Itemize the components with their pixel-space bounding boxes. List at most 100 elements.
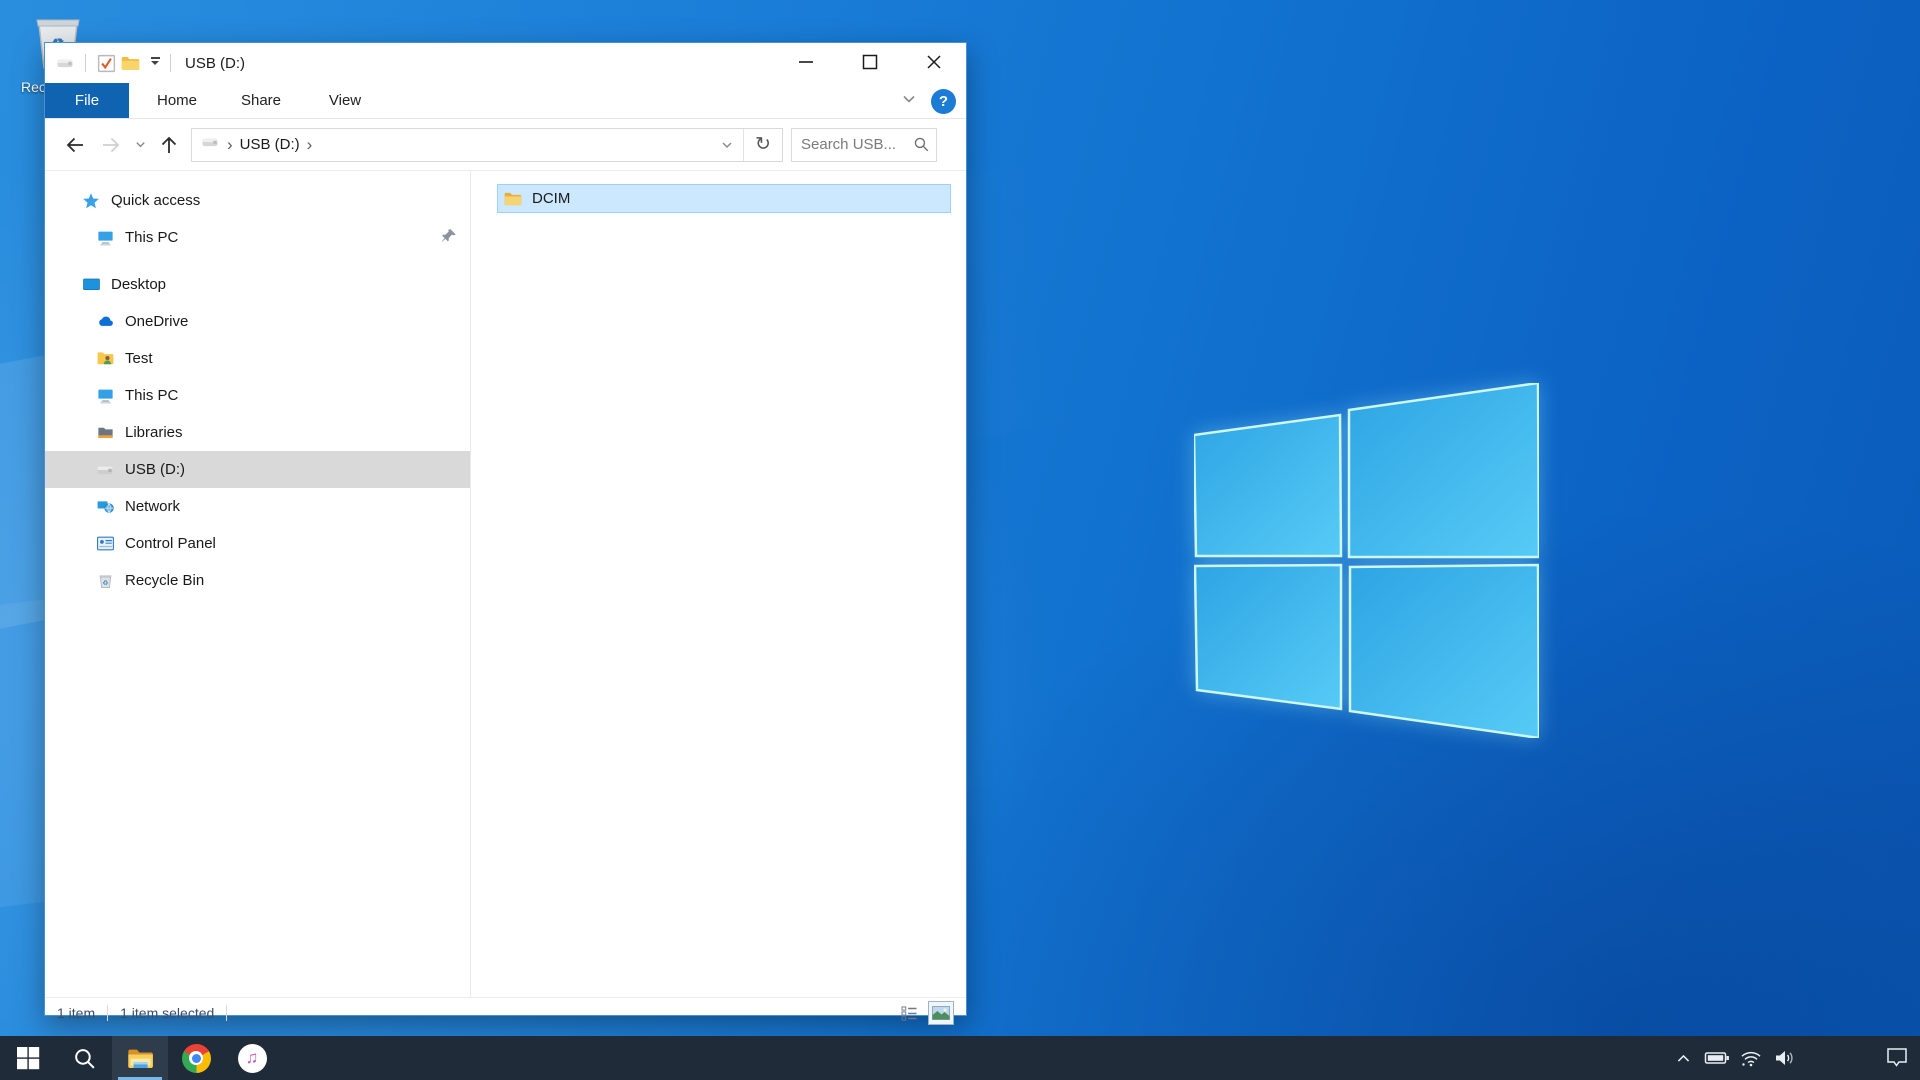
tab-share[interactable]: Share: [225, 83, 297, 118]
sidebar-item-label: Desktop: [111, 276, 166, 293]
sidebar-item-network[interactable]: Network: [45, 488, 470, 525]
libraries-folder-icon: [95, 423, 115, 443]
navigation-bar: › USB (D:) › ↻: [45, 119, 966, 171]
quick-access-star-icon: [81, 191, 101, 211]
expand-ribbon-chevron-icon[interactable]: [901, 91, 917, 112]
wifi-icon[interactable]: [1734, 1036, 1768, 1080]
breadcrumb-chevron-icon[interactable]: ›: [300, 135, 320, 155]
network-icon: [95, 497, 115, 517]
chrome-icon: [182, 1044, 211, 1073]
itunes-icon: ♫: [238, 1044, 267, 1073]
file-explorer-icon: [126, 1044, 154, 1072]
battery-icon[interactable]: [1700, 1036, 1734, 1080]
sidebar-item-onedrive[interactable]: OneDrive: [45, 303, 470, 340]
pane-divider: [470, 171, 471, 997]
toolbar-separator: [85, 54, 86, 72]
tab-home[interactable]: Home: [141, 83, 213, 118]
control-panel-icon: [95, 534, 115, 554]
title-bar[interactable]: USB (D:): [45, 43, 966, 83]
sidebar-item-desktop[interactable]: Desktop: [45, 266, 470, 303]
sidebar-item-libraries[interactable]: Libraries: [45, 414, 470, 451]
drive-icon: [200, 132, 220, 157]
onedrive-cloud-icon: [95, 312, 115, 332]
search-box[interactable]: [791, 128, 937, 162]
file-explorer-window: USB (D:) File Home Share View ?: [44, 42, 967, 1016]
sidebar-item-recycle-bin[interactable]: ♻ Recycle Bin: [45, 562, 470, 599]
breadcrumb-chevron-icon[interactable]: ›: [220, 135, 240, 155]
desktop-icon: [81, 275, 101, 295]
search-input[interactable]: [792, 136, 906, 153]
start-button[interactable]: [0, 1036, 56, 1080]
system-tray: [1666, 1036, 1920, 1080]
customize-toolbar-chevron-icon[interactable]: [148, 57, 162, 69]
sidebar-item-label: This PC: [125, 387, 178, 404]
sidebar-item-label: OneDrive: [125, 313, 188, 330]
sidebar-item-label: Network: [125, 498, 180, 515]
address-dropdown-chevron-icon[interactable]: [711, 129, 743, 161]
sidebar-item-this-pc[interactable]: This PC: [45, 377, 470, 414]
close-button[interactable]: [902, 43, 966, 81]
up-button[interactable]: [151, 128, 187, 162]
ribbon-tab-bar: File Home Share View ?: [45, 83, 966, 119]
help-icon[interactable]: ?: [931, 89, 956, 114]
sidebar-item-label: Recycle Bin: [125, 572, 204, 589]
sidebar-item-label: This PC: [125, 229, 178, 246]
back-button[interactable]: [57, 128, 93, 162]
maximize-button[interactable]: [838, 43, 902, 81]
sidebar-item-label: Libraries: [125, 424, 183, 441]
search-icon: [72, 1046, 97, 1071]
details-view-button[interactable]: [896, 1001, 922, 1025]
toolbar-separator: [170, 54, 171, 72]
taskbar-search-button[interactable]: [56, 1036, 112, 1080]
sidebar-item-usb-drive[interactable]: USB (D:): [45, 451, 470, 488]
sidebar-item-test[interactable]: Test: [45, 340, 470, 377]
sidebar-item-label: USB (D:): [125, 461, 185, 478]
hidden-icons-chevron-icon[interactable]: [1666, 1036, 1700, 1080]
windows-logo-wallpaper: [1194, 383, 1539, 738]
search-icon[interactable]: [906, 135, 936, 154]
address-bar[interactable]: › USB (D:) › ↻: [191, 128, 783, 162]
refresh-icon[interactable]: ↻: [744, 129, 782, 161]
sidebar-item-this-pc-pinned[interactable]: This PC: [45, 219, 470, 256]
recycle-bin-icon: ♻: [95, 571, 115, 591]
breadcrumb-drive[interactable]: USB (D:): [240, 136, 300, 153]
drive-icon: [53, 51, 77, 75]
sidebar-item-label: Quick access: [111, 192, 200, 209]
usb-drive-icon: [95, 460, 115, 480]
this-pc-icon: [95, 228, 115, 248]
status-bar: 1 item 1 item selected: [45, 997, 966, 1027]
this-pc-icon: [95, 386, 115, 406]
forward-button[interactable]: [93, 128, 129, 162]
sidebar-item-quick-access[interactable]: Quick access: [45, 182, 470, 219]
folder-icon: [503, 189, 523, 209]
recent-locations-chevron-icon[interactable]: [129, 128, 151, 162]
sidebar-item-control-panel[interactable]: Control Panel: [45, 525, 470, 562]
action-center-icon[interactable]: [1880, 1036, 1914, 1080]
properties-button[interactable]: [94, 51, 118, 75]
file-name: DCIM: [532, 190, 570, 207]
minimize-button[interactable]: [774, 43, 838, 81]
svg-text:♻: ♻: [102, 580, 108, 587]
quick-access-toolbar: [45, 51, 179, 75]
file-item-dcim[interactable]: DCIM: [497, 184, 951, 213]
large-icons-view-button[interactable]: [928, 1001, 954, 1025]
taskbar: ♫: [0, 1036, 1920, 1080]
window-body: Quick access This PC Desktop: [45, 171, 966, 997]
user-folder-icon: [95, 349, 115, 369]
taskbar-file-explorer-button[interactable]: [112, 1036, 168, 1080]
tab-view[interactable]: View: [309, 83, 381, 118]
taskbar-chrome-button[interactable]: [168, 1036, 224, 1080]
file-list-pane[interactable]: DCIM: [470, 171, 966, 997]
new-folder-button[interactable]: [118, 51, 142, 75]
volume-icon[interactable]: [1768, 1036, 1802, 1080]
navigation-pane: Quick access This PC Desktop: [45, 171, 470, 997]
window-controls: [774, 43, 966, 81]
pin-icon: [440, 227, 458, 249]
windows-start-icon: [16, 1046, 40, 1070]
taskbar-itunes-button[interactable]: ♫: [224, 1036, 280, 1080]
window-title: USB (D:): [185, 55, 245, 72]
item-count: 1 item: [45, 1005, 107, 1021]
status-divider: [226, 1005, 227, 1021]
tab-file[interactable]: File: [45, 83, 129, 118]
selection-count: 1 item selected: [108, 1005, 226, 1021]
